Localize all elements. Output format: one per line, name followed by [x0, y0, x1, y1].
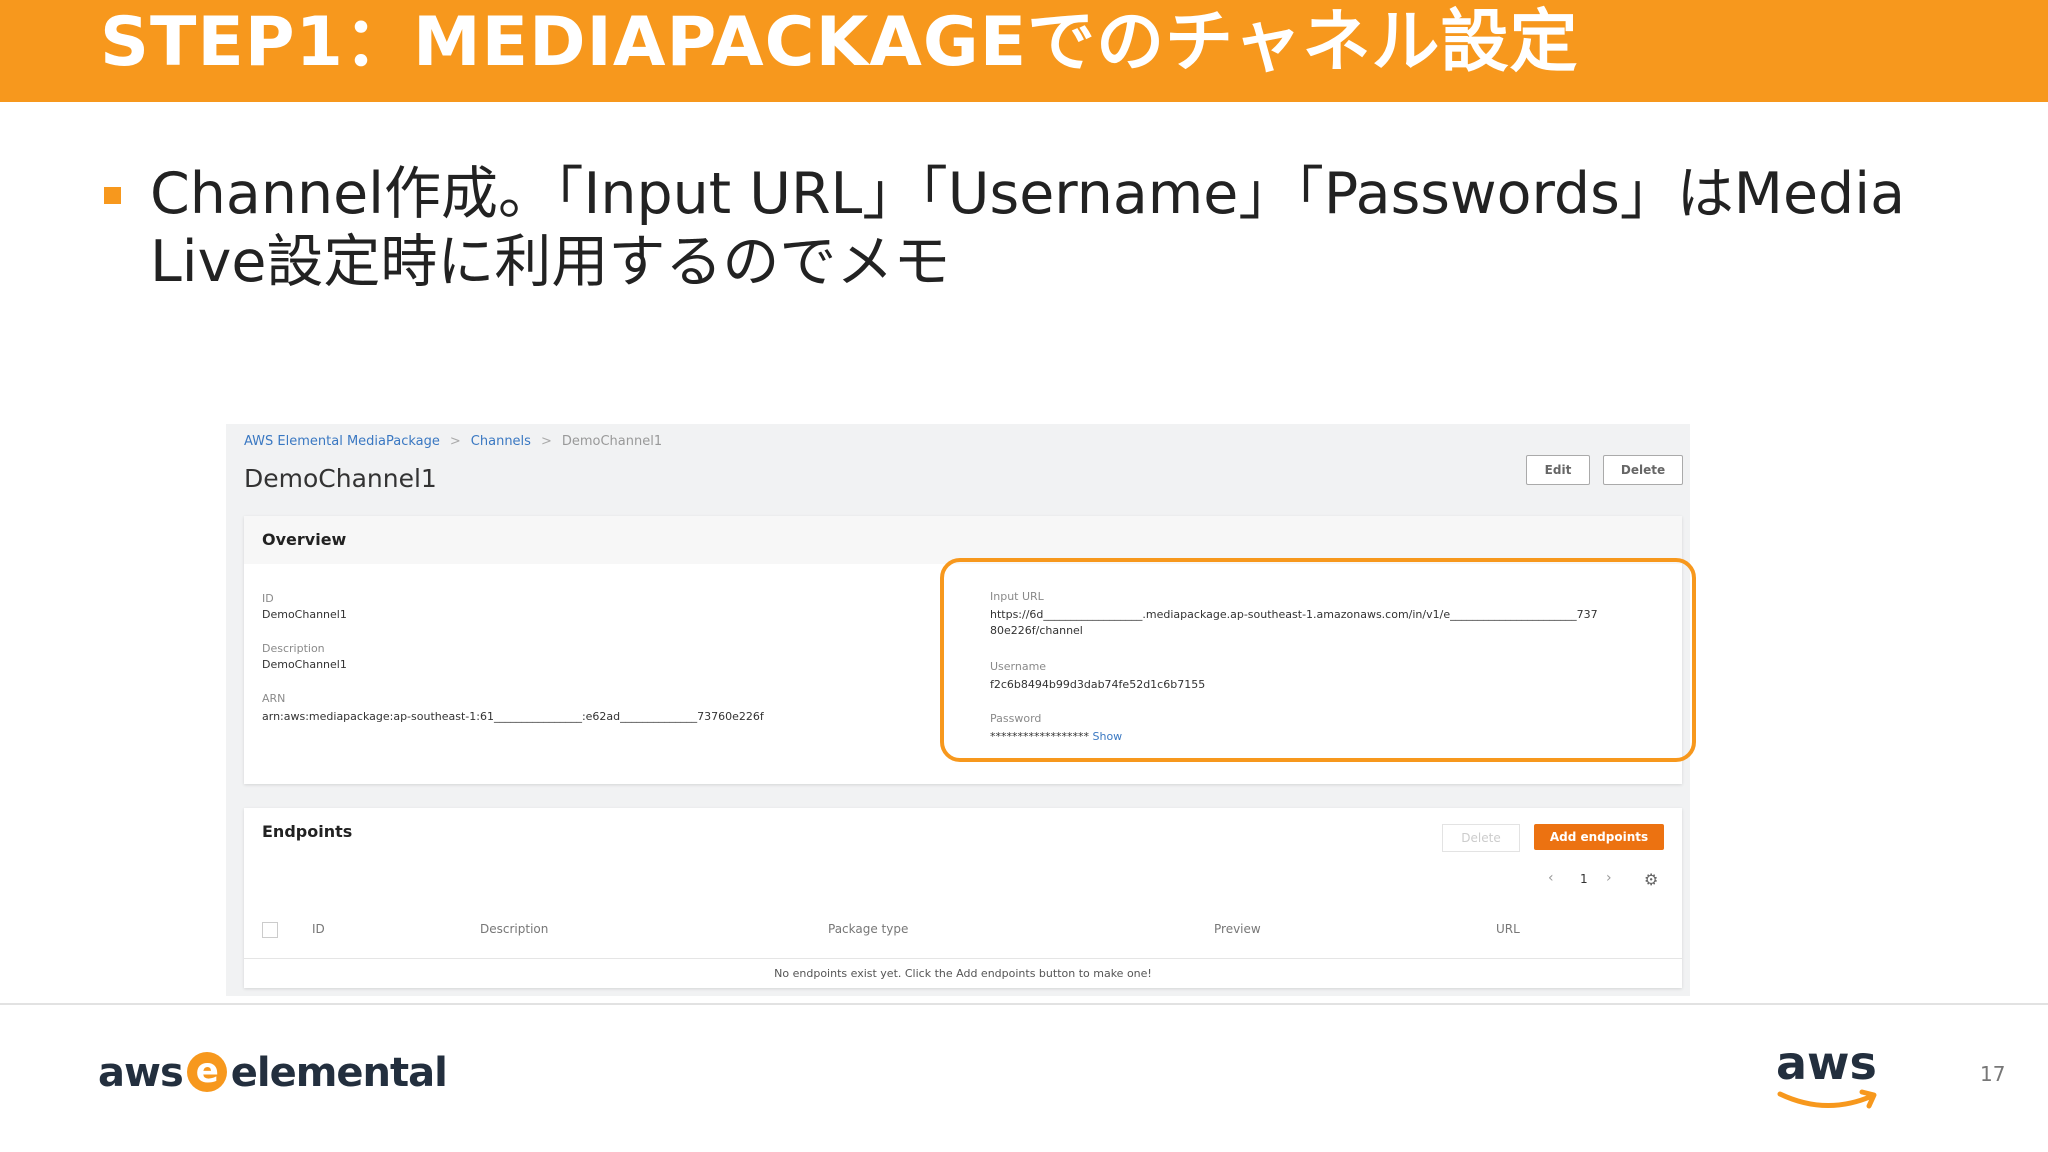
- bullet-text: Channel作成。「Input URL」「Username」「Password…: [150, 161, 1906, 295]
- logo-aws-word: aws: [98, 1050, 184, 1096]
- overview-header: Overview: [244, 516, 1682, 564]
- breadcrumb-item-service[interactable]: AWS Elemental MediaPackage: [244, 434, 440, 449]
- channel-title: DemoChannel1: [244, 464, 437, 493]
- id-label: ID: [262, 592, 274, 605]
- logo-e-mark: e: [186, 1052, 227, 1092]
- select-all-checkbox[interactable]: [262, 922, 278, 938]
- arn-value: arn:aws:mediapackage:ap-southeast-1:61__…: [262, 710, 764, 723]
- column-header-preview[interactable]: Preview: [1214, 922, 1261, 936]
- edit-button[interactable]: Edit: [1526, 455, 1590, 485]
- aws-logo-text: aws: [1776, 1036, 1877, 1090]
- settings-gear-icon[interactable]: ⚙: [1644, 870, 1658, 889]
- slide-title-bar: STEP1：MEDIAPACKAGEでのチャネル設定: [0, 0, 2048, 102]
- slide-title: STEP1：MEDIAPACKAGEでのチャネル設定: [100, 3, 1579, 82]
- empty-endpoints-message: No endpoints exist yet. Click the Add en…: [244, 958, 1682, 989]
- overview-title: Overview: [262, 530, 347, 549]
- next-page-icon[interactable]: ›: [1606, 870, 1612, 886]
- column-header-url[interactable]: URL: [1496, 922, 1520, 936]
- endpoints-title: Endpoints: [262, 822, 353, 841]
- column-header-package-type[interactable]: Package type: [828, 922, 908, 936]
- description-value: DemoChannel1: [262, 658, 347, 671]
- add-endpoints-button[interactable]: Add endpoints: [1534, 824, 1664, 850]
- breadcrumb-item-channels[interactable]: Channels: [471, 434, 531, 449]
- description-label: Description: [262, 642, 325, 655]
- bullet-marker: [104, 187, 121, 204]
- delete-endpoint-button[interactable]: Delete: [1442, 824, 1520, 852]
- aws-logo: aws: [1776, 1036, 1886, 1116]
- id-value: DemoChannel1: [262, 608, 347, 621]
- prev-page-icon[interactable]: ‹: [1548, 870, 1554, 886]
- breadcrumb: AWS Elemental MediaPackage > Channels > Demo…: [244, 434, 663, 449]
- column-header-description[interactable]: Description: [480, 922, 548, 936]
- breadcrumb-item-current: DemoChannel1: [561, 434, 663, 449]
- credentials-highlight-box: [940, 558, 1696, 762]
- delete-channel-button[interactable]: Delete: [1603, 455, 1683, 485]
- page-number[interactable]: 1: [1580, 872, 1588, 886]
- footer-divider: [0, 1003, 2048, 1005]
- column-header-id[interactable]: ID: [312, 922, 325, 936]
- page-number-label: 17: [1980, 1062, 2006, 1086]
- arn-label: ARN: [262, 692, 286, 705]
- aws-smile-icon: [1777, 1089, 1877, 1109]
- logo-elemental-word: elemental: [230, 1050, 448, 1096]
- aws-elemental-logo: aws e elemental: [98, 1050, 448, 1096]
